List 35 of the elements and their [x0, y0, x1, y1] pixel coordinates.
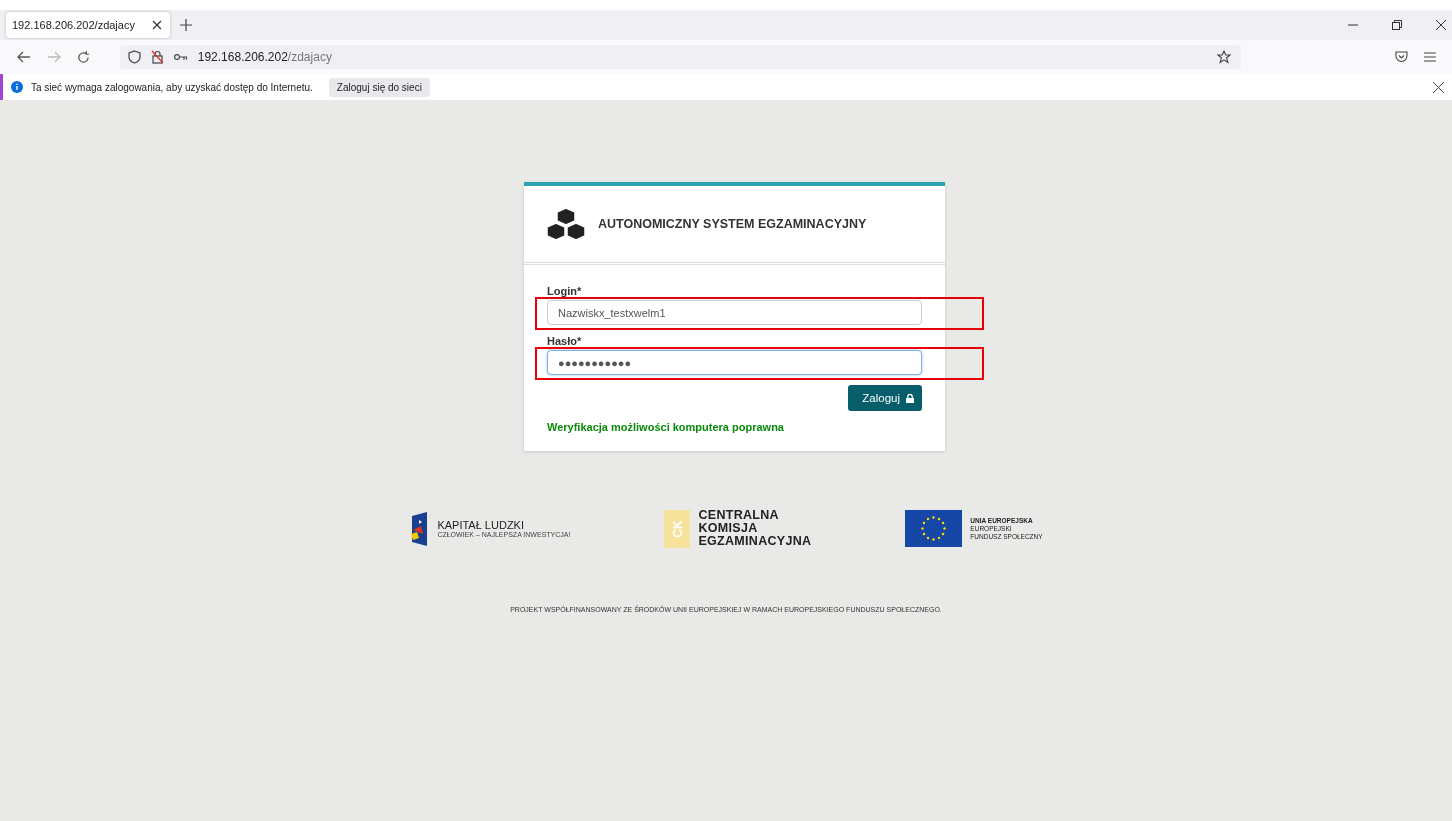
- key-icon[interactable]: [173, 53, 188, 61]
- reload-icon[interactable]: [76, 50, 90, 64]
- shield-icon[interactable]: [127, 50, 141, 64]
- system-title: AUTONOMICZNY SYSTEM EGZAMINACYJNY: [598, 217, 867, 231]
- verification-message: Weryfikacja możliwości komputera poprawna: [547, 421, 785, 433]
- lock-icon: [906, 393, 914, 403]
- logo-name: KAPITAŁ LUDZKI: [437, 519, 525, 531]
- login-field[interactable]: Nazwiskx_testxwelm1: [547, 300, 922, 325]
- password-field[interactable]: ●●●●●●●●●●●: [547, 350, 922, 375]
- close-icon[interactable]: [1436, 20, 1446, 30]
- ck-emblem: CK: [664, 509, 691, 548]
- flag-star-logo-icon: [409, 511, 430, 546]
- close-icon[interactable]: [152, 20, 162, 30]
- login-button[interactable]: Zaloguj: [848, 385, 922, 411]
- url-text: 192.168.206.202/zdajacy: [197, 50, 332, 64]
- crossed-lock-icon[interactable]: [150, 50, 164, 64]
- field-label: Hasło*: [547, 335, 582, 347]
- star-icon[interactable]: [1217, 50, 1232, 64]
- address-bar[interactable]: 192.168.206.202/zdajacy: [119, 45, 1242, 69]
- logo-text: CENTRALNA: [698, 509, 780, 522]
- menu-icon[interactable]: [1424, 52, 1436, 62]
- pocket-icon[interactable]: [1395, 51, 1409, 63]
- notification-message: Ta sieć wymaga zalogowania, aby uzyskać dostęp do Internetu.: [31, 81, 313, 93]
- restore-icon[interactable]: [1392, 20, 1402, 30]
- close-icon[interactable]: [1433, 81, 1444, 93]
- info-icon: [11, 81, 23, 93]
- field-label: Login*: [547, 285, 582, 297]
- eu-flag-icon: [905, 510, 963, 547]
- back-arrow-icon[interactable]: [17, 51, 31, 63]
- logo-text: KOMISJA: [698, 522, 759, 535]
- new-tab-icon[interactable]: [180, 19, 192, 31]
- login-network-button[interactable]: Zaloguj się do sieci: [328, 77, 430, 97]
- logo-text: EGZAMINACYJNA: [698, 535, 812, 548]
- browser-tab[interactable]: 192.168.206.202/zdajacy: [6, 12, 170, 38]
- cubes-icon: [546, 207, 586, 241]
